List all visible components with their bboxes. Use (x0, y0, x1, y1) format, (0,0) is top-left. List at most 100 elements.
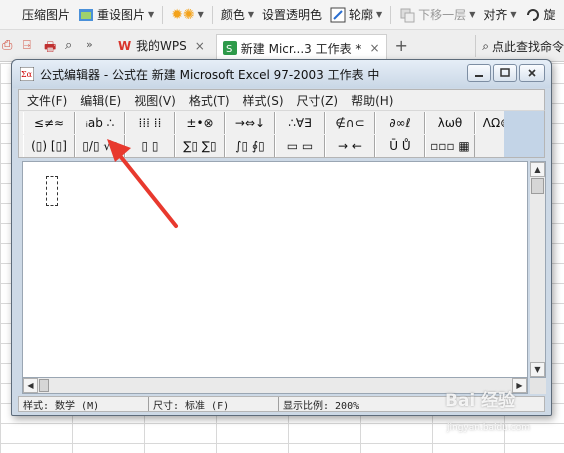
chevron-down-icon: ▼ (197, 10, 204, 19)
scroll-down-arrow-icon[interactable]: ▼ (530, 362, 545, 377)
pdf-icon[interactable]: ⍈ (23, 38, 41, 54)
close-button[interactable] (519, 64, 545, 82)
menu-style[interactable]: 样式(S) (235, 92, 289, 109)
tab-workbook[interactable]: S 新建 Micr...3 工作表 * × (215, 33, 387, 62)
set-transparent-label: 设置透明色 (261, 8, 322, 22)
misc-symbols-palette[interactable]: ∂∞ℓ (375, 112, 425, 134)
symbol-palette-row: ≤≠≈ ᵢab ∴ ⁞⁞⁞ ⁞⁞ ±•⊗ →⇔↓ ∴∀∃ ∉∩⊂ ∂∞ℓ λωθ… (23, 112, 518, 134)
color-button[interactable]: 颜色 ▼ (217, 0, 258, 30)
divider (211, 5, 213, 24)
set-transparent-button[interactable]: 设置透明色 (258, 0, 326, 30)
chevron-down-icon: ▼ (247, 10, 254, 19)
close-icon[interactable]: × (195, 39, 205, 53)
empty-input-slot[interactable] (46, 176, 58, 206)
logical-palette[interactable]: ∴∀∃ (275, 112, 325, 134)
close-icon[interactable]: × (369, 41, 379, 55)
product-templates-palette[interactable]: Ū Ů (375, 135, 425, 157)
tab-workbook-label: 新建 Micr...3 工作表 * (240, 41, 362, 56)
reset-picture-button[interactable]: 重设图片 ▼ (74, 0, 158, 30)
add-tab-icon[interactable]: + (395, 36, 408, 55)
menu-format[interactable]: 格式(T) (181, 92, 235, 109)
scroll-up-arrow-icon[interactable]: ▲ (530, 162, 545, 177)
chevron-down-icon: ▼ (148, 10, 155, 19)
outline-icon (330, 7, 346, 23)
menu-file[interactable]: 文件(F) (19, 92, 72, 109)
watermark-url: jingyan.baidu.com (447, 423, 531, 433)
vertical-scrollbar[interactable]: ▲ ▼ (530, 161, 546, 378)
equation-editor-window: Σα 公式编辑器 - 公式在 新建 Microsoft Excel 97-200… (11, 59, 552, 416)
tab-my-wps[interactable]: W 我的WPS × (111, 33, 212, 59)
maximize-button[interactable] (493, 64, 517, 82)
matrix-templates-palette[interactable]: ▫▫▫ ▦ (425, 135, 475, 157)
status-zoom: 显示比例: 200% (283, 400, 360, 412)
move-down-label: 下移一层 (418, 8, 467, 22)
arrows-palette[interactable]: →⇔↓ (225, 112, 275, 134)
script-templates-palette[interactable]: ▯ ▯ (125, 135, 175, 157)
chevron-down-icon: ▼ (469, 10, 476, 19)
quick-access-toolbar: ⎙ ⍈ 🖶 ⌕ » (0, 38, 107, 55)
menu-size[interactable]: 尺寸(Z) (289, 92, 344, 109)
summation-templates-palette[interactable]: ∑▯ ∑▯ (175, 135, 225, 157)
bar-templates-palette[interactable]: ▭ ▭ (275, 135, 325, 157)
greek-lower-palette[interactable]: λωθ (425, 112, 475, 134)
move-down-icon (399, 7, 415, 23)
menu-help[interactable]: 帮助(H) (343, 92, 398, 109)
preview-icon[interactable]: ⌕ (65, 38, 83, 54)
reset-picture-label: 重设图片 (97, 8, 146, 22)
reset-picture-icon (78, 7, 94, 23)
window-title: 公式编辑器 - 公式在 新建 Microsoft Excel 97-2003 工… (40, 67, 380, 82)
ribbon-toolbar: 压缩图片 重设图片 ▼ ✹✺ ▼ 颜色 ▼ 设置透明色 轮廓 ▼ 下移一层 ▼ … (0, 0, 564, 30)
minimize-button[interactable] (467, 64, 491, 82)
divider (390, 5, 392, 24)
print-icon[interactable]: ⎙ (2, 38, 20, 54)
brightness-icon: ✹✺ (171, 6, 195, 23)
wps-icon: W (118, 38, 132, 53)
set-theory-palette[interactable]: ∉∩⊂ (325, 112, 375, 134)
move-down-button[interactable]: 下移一层 ▼ (395, 0, 479, 30)
menu-view[interactable]: 视图(V) (126, 92, 181, 109)
svg-text:S: S (226, 44, 232, 55)
status-style: 样式: 数学 (M) (19, 397, 149, 412)
close-icon (528, 69, 536, 77)
toolbar-empty-area (504, 111, 544, 157)
more-chevron-icon[interactable]: » (86, 38, 104, 54)
integral-templates-palette[interactable]: ∫▯ ∮▯ (225, 135, 275, 157)
status-size: 尺寸: 标准 (F) (149, 397, 279, 412)
window-titlebar[interactable]: Σα 公式编辑器 - 公式在 新建 Microsoft Excel 97-200… (12, 60, 551, 88)
equation-editing-area[interactable] (22, 161, 528, 378)
spaces-ellipses-palette[interactable]: ᵢab ∴ (75, 112, 125, 134)
command-search-label: 点此查找命令 (491, 39, 564, 54)
printer-icon[interactable]: 🖶 (44, 38, 62, 55)
menu-bar: 文件(F) 编辑(E) 视图(V) 格式(T) 样式(S) 尺寸(Z) 帮助(H… (18, 89, 545, 110)
window-controls (465, 64, 545, 82)
relations-palette[interactable]: ≤≠≈ (23, 112, 75, 134)
labeled-arrow-templates-palette[interactable]: → ← (325, 135, 375, 157)
symbol-template-toolbar: ≤≠≈ ᵢab ∴ ⁞⁞⁞ ⁞⁞ ±•⊗ →⇔↓ ∴∀∃ ∉∩⊂ ∂∞ℓ λωθ… (18, 110, 545, 158)
scroll-left-arrow-icon[interactable]: ◀ (23, 378, 38, 393)
menu-edit[interactable]: 编辑(E) (72, 92, 126, 109)
tab-my-wps-label: 我的WPS (136, 39, 187, 53)
vertical-scroll-thumb[interactable] (531, 178, 544, 194)
watermark: Bai 经验 (445, 391, 516, 411)
chevron-down-icon: ▼ (510, 10, 517, 19)
brightness-button[interactable]: ✹✺ ▼ (167, 0, 208, 30)
operators-palette[interactable]: ±•⊗ (175, 112, 225, 134)
outline-button[interactable]: 轮廓 ▼ (326, 0, 386, 30)
search-icon: ⌕ (482, 38, 489, 53)
command-search[interactable]: ⌕ 点此查找命令 (475, 35, 564, 57)
equation-editor-app-icon: Σα (19, 66, 35, 82)
fraction-radical-templates-palette[interactable]: ▯/▯ √▯ (75, 135, 125, 157)
align-label: 对齐 (483, 8, 508, 22)
align-button[interactable]: 对齐 ▼ (479, 0, 520, 30)
fence-templates-palette[interactable]: (▯) [▯] (23, 135, 75, 157)
minimize-icon (475, 75, 483, 77)
compress-picture-button[interactable]: 压缩图片 (0, 0, 74, 30)
scrollbar-corner (530, 378, 546, 394)
rotate-button[interactable]: 旋 (521, 0, 560, 30)
embellishments-palette[interactable]: ⁞⁞⁞ ⁞⁞ (125, 112, 175, 134)
excel-icon: S (222, 41, 237, 55)
divider (162, 5, 164, 24)
horizontal-scroll-thumb[interactable] (39, 379, 49, 392)
outline-label: 轮廓 (349, 8, 374, 22)
rotate-icon (525, 7, 541, 23)
